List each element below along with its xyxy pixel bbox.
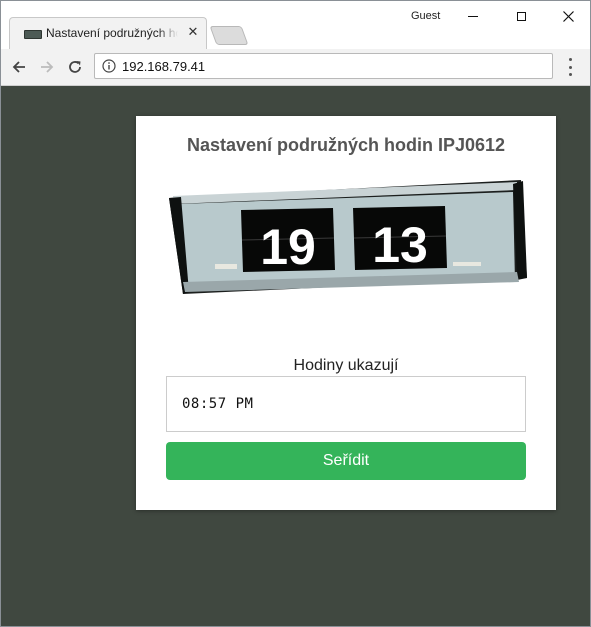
page-viewport: Nastavení podružných hodin IPJ0612 19 13… [1,86,590,626]
browser-window: Nastavení podružných hodin IPJ0612 ✕ Gue… [0,0,591,627]
set-clock-button[interactable]: Seřídit [166,442,526,480]
info-icon[interactable] [102,59,116,73]
forward-button[interactable] [37,57,57,77]
maximize-button[interactable] [507,5,535,27]
time-field-label: Hodiny ukazují [293,357,399,374]
menu-button[interactable] [564,58,576,76]
clock-favicon-icon [24,30,42,39]
address-bar[interactable]: 192.168.79.41 [94,53,553,79]
minimize-button[interactable] [459,5,487,27]
url-text[interactable]: 192.168.79.41 [122,59,205,74]
profile-label[interactable]: Guest [411,10,440,22]
time-input-value[interactable]: 08:57 PM [182,396,253,412]
close-window-button[interactable] [554,5,582,27]
kebab-dot [568,65,572,69]
reload-icon [69,61,81,73]
time-input[interactable]: 08:57 PM [166,376,526,432]
reload-button[interactable] [65,57,85,77]
page-title: Nastavení podružných hodin IPJ0612 [186,135,506,155]
back-button[interactable] [9,57,29,77]
new-tab-button[interactable] [209,26,249,45]
settings-card: Nastavení podružných hodin IPJ0612 19 13… [136,116,556,510]
clock-hours: 19 [260,219,316,275]
tab-strip: Nastavení podružných hodin IPJ0612 ✕ Gue… [1,1,590,50]
browser-tab[interactable]: Nastavení podružných hodin IPJ0612 ✕ [9,17,207,50]
tab-title: Nastavení podružných hodin IPJ0612 [46,26,178,40]
browser-toolbar: 192.168.79.41 [1,49,590,86]
close-icon [562,10,574,22]
kebab-menu-icon [568,58,572,61]
flip-clock-image: 19 13 [165,178,529,304]
close-tab-icon[interactable]: ✕ [186,24,200,39]
arrow-left-icon [12,61,25,73]
kebab-dot [568,73,572,76]
clock-minutes: 13 [372,217,428,273]
arrow-right-icon [41,61,54,73]
